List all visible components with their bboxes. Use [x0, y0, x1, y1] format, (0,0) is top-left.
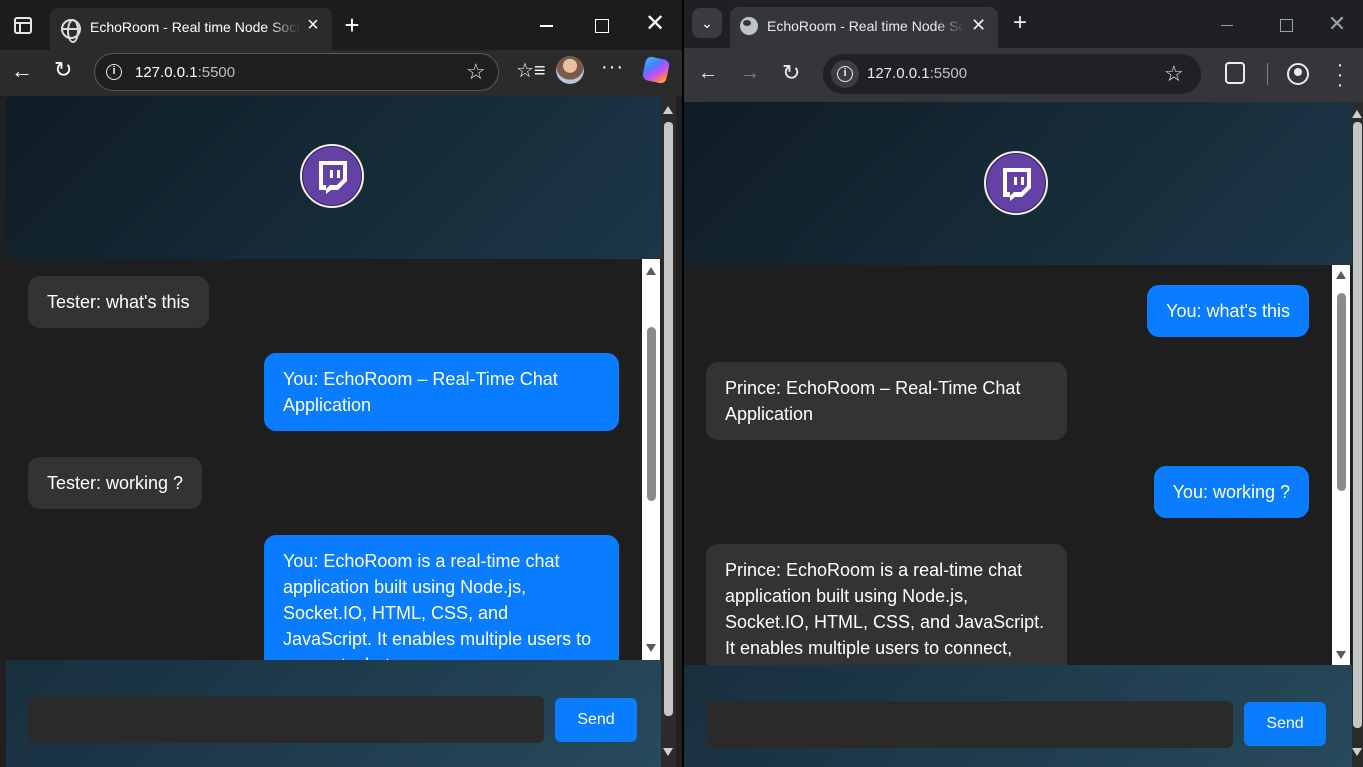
message-bubble: Tester: what's this — [28, 276, 209, 328]
scrollbar-thumb[interactable] — [1353, 122, 1362, 728]
star-icon[interactable]: ☆ — [1164, 61, 1184, 87]
scroll-up-icon[interactable] — [663, 106, 673, 114]
url-text: 127.0.0.1:5500 — [867, 65, 967, 82]
globe-icon — [740, 17, 758, 35]
back-icon[interactable]: ← — [11, 57, 35, 85]
forward-icon[interactable]: → — [740, 62, 760, 85]
chat-scrollbar[interactable] — [1332, 265, 1350, 665]
tab-title: EchoRoom - Real time Node Socket.IO Chat — [767, 18, 965, 34]
url-port: :5500 — [197, 64, 236, 81]
reload-icon[interactable]: ↻ — [54, 58, 76, 82]
scroll-down-icon[interactable] — [1336, 651, 1346, 659]
left-browser-window: EchoRoom - Real time Node Socket.IO Chat… — [0, 0, 682, 767]
globe-icon — [61, 19, 81, 43]
message-bubble: You: working ? — [1153, 466, 1309, 518]
tab-title: EchoRoom - Real time Node Socket.IO Chat — [90, 19, 300, 35]
browser-tab[interactable]: EchoRoom - Real time Node Socket.IO Chat… — [50, 8, 332, 50]
scroll-up-icon[interactable] — [646, 267, 656, 275]
tab-strip: ⌄ EchoRoom - Real time Node Socket.IO Ch… — [684, 0, 1363, 48]
message-bubble: Tester: working ? — [28, 457, 203, 509]
more-icon[interactable]: ··· — [601, 56, 624, 79]
scroll-down-icon[interactable] — [663, 748, 673, 756]
url-text: 127.0.0.1:5500 — [135, 64, 235, 81]
chat-scrollbar[interactable] — [642, 259, 660, 660]
chat-messages: You: what's this Prince: EchoRoom – Real… — [684, 265, 1352, 665]
twitch-icon — [984, 151, 1048, 215]
right-browser-window: ⌄ EchoRoom - Real time Node Socket.IO Ch… — [684, 0, 1363, 767]
page-viewport: You: what's this Prince: EchoRoom – Real… — [684, 102, 1352, 767]
url-host: 127.0.0.1 — [867, 65, 930, 82]
minimize-button[interactable] — [532, 10, 562, 40]
toolbar: ← ↻ i 127.0.0.1:5500 ☆ ☆≡ ··· — [0, 50, 682, 96]
scroll-down-icon[interactable] — [1352, 748, 1362, 756]
message-bubble: You: EchoRoom is a real-time chat applic… — [264, 535, 619, 660]
close-window-button[interactable]: ✕ — [1322, 10, 1352, 40]
favorites-icon[interactable]: ☆≡ — [516, 58, 546, 83]
scrollbar-thumb[interactable] — [1337, 293, 1346, 491]
url-port: :5500 — [929, 65, 968, 82]
avatar[interactable] — [556, 56, 584, 84]
new-tab-button[interactable]: + — [1013, 10, 1027, 36]
scrollbar-thumb[interactable] — [664, 122, 673, 716]
menu-icon[interactable]: · · · — [1335, 55, 1345, 95]
close-icon[interactable]: × — [304, 15, 322, 35]
tab-strip: EchoRoom - Real time Node Socket.IO Chat… — [0, 0, 682, 50]
copilot-icon[interactable] — [641, 55, 671, 85]
profile-icon[interactable] — [1287, 63, 1309, 85]
extensions-icon[interactable] — [1225, 62, 1245, 84]
maximize-button[interactable] — [1270, 10, 1300, 40]
message-bubble: You: EchoRoom – Real-Time Chat Applicati… — [264, 353, 619, 431]
tab-actions-icon[interactable] — [14, 17, 32, 34]
send-button[interactable]: Send — [555, 698, 637, 742]
address-bar[interactable]: 127.0.0.1:5500 ☆ — [823, 54, 1201, 94]
toolbar: ← → ↻ 127.0.0.1:5500 ☆ ··· — [684, 48, 1363, 102]
message-bubble: Prince: EchoRoom – Real-Time Chat Applic… — [706, 362, 1067, 440]
address-bar[interactable]: i 127.0.0.1:5500 ☆ — [94, 53, 499, 91]
page-scrollbar[interactable] — [1352, 102, 1363, 767]
message-bubble: You: what's this — [1147, 285, 1309, 337]
toolbar-divider — [1267, 63, 1268, 85]
close-window-button[interactable]: ✕ — [640, 10, 670, 40]
page-viewport: Tester: what's this You: EchoRoom – Real… — [6, 96, 661, 767]
chat-messages: Tester: what's this You: EchoRoom – Real… — [6, 259, 661, 660]
scroll-up-icon[interactable] — [1352, 110, 1362, 118]
back-icon[interactable]: ← — [698, 62, 718, 85]
close-icon[interactable]: ✕ — [971, 16, 986, 34]
scroll-up-icon[interactable] — [1336, 271, 1346, 279]
twitch-icon — [300, 144, 364, 208]
message-input[interactable] — [28, 696, 544, 743]
browser-tab[interactable]: EchoRoom - Real time Node Socket.IO Chat… — [730, 7, 998, 48]
chevron-down-icon[interactable]: ⌄ — [692, 8, 722, 38]
page-scrollbar[interactable] — [661, 96, 676, 767]
reload-icon[interactable]: ↻ — [782, 60, 800, 86]
send-button[interactable]: Send — [1244, 702, 1326, 746]
new-tab-button[interactable]: + — [340, 12, 364, 40]
star-icon[interactable]: ☆ — [466, 59, 486, 85]
scroll-down-icon[interactable] — [646, 644, 656, 652]
url-host: 127.0.0.1 — [135, 64, 198, 81]
info-icon[interactable]: i — [106, 64, 122, 80]
message-input[interactable] — [706, 701, 1233, 748]
info-icon[interactable] — [831, 60, 859, 88]
message-bubble: Prince: EchoRoom is a real-time chat app… — [706, 544, 1067, 665]
maximize-button[interactable] — [586, 10, 616, 40]
scrollbar-thumb[interactable] — [647, 327, 656, 501]
minimize-button[interactable] — [1212, 10, 1242, 40]
